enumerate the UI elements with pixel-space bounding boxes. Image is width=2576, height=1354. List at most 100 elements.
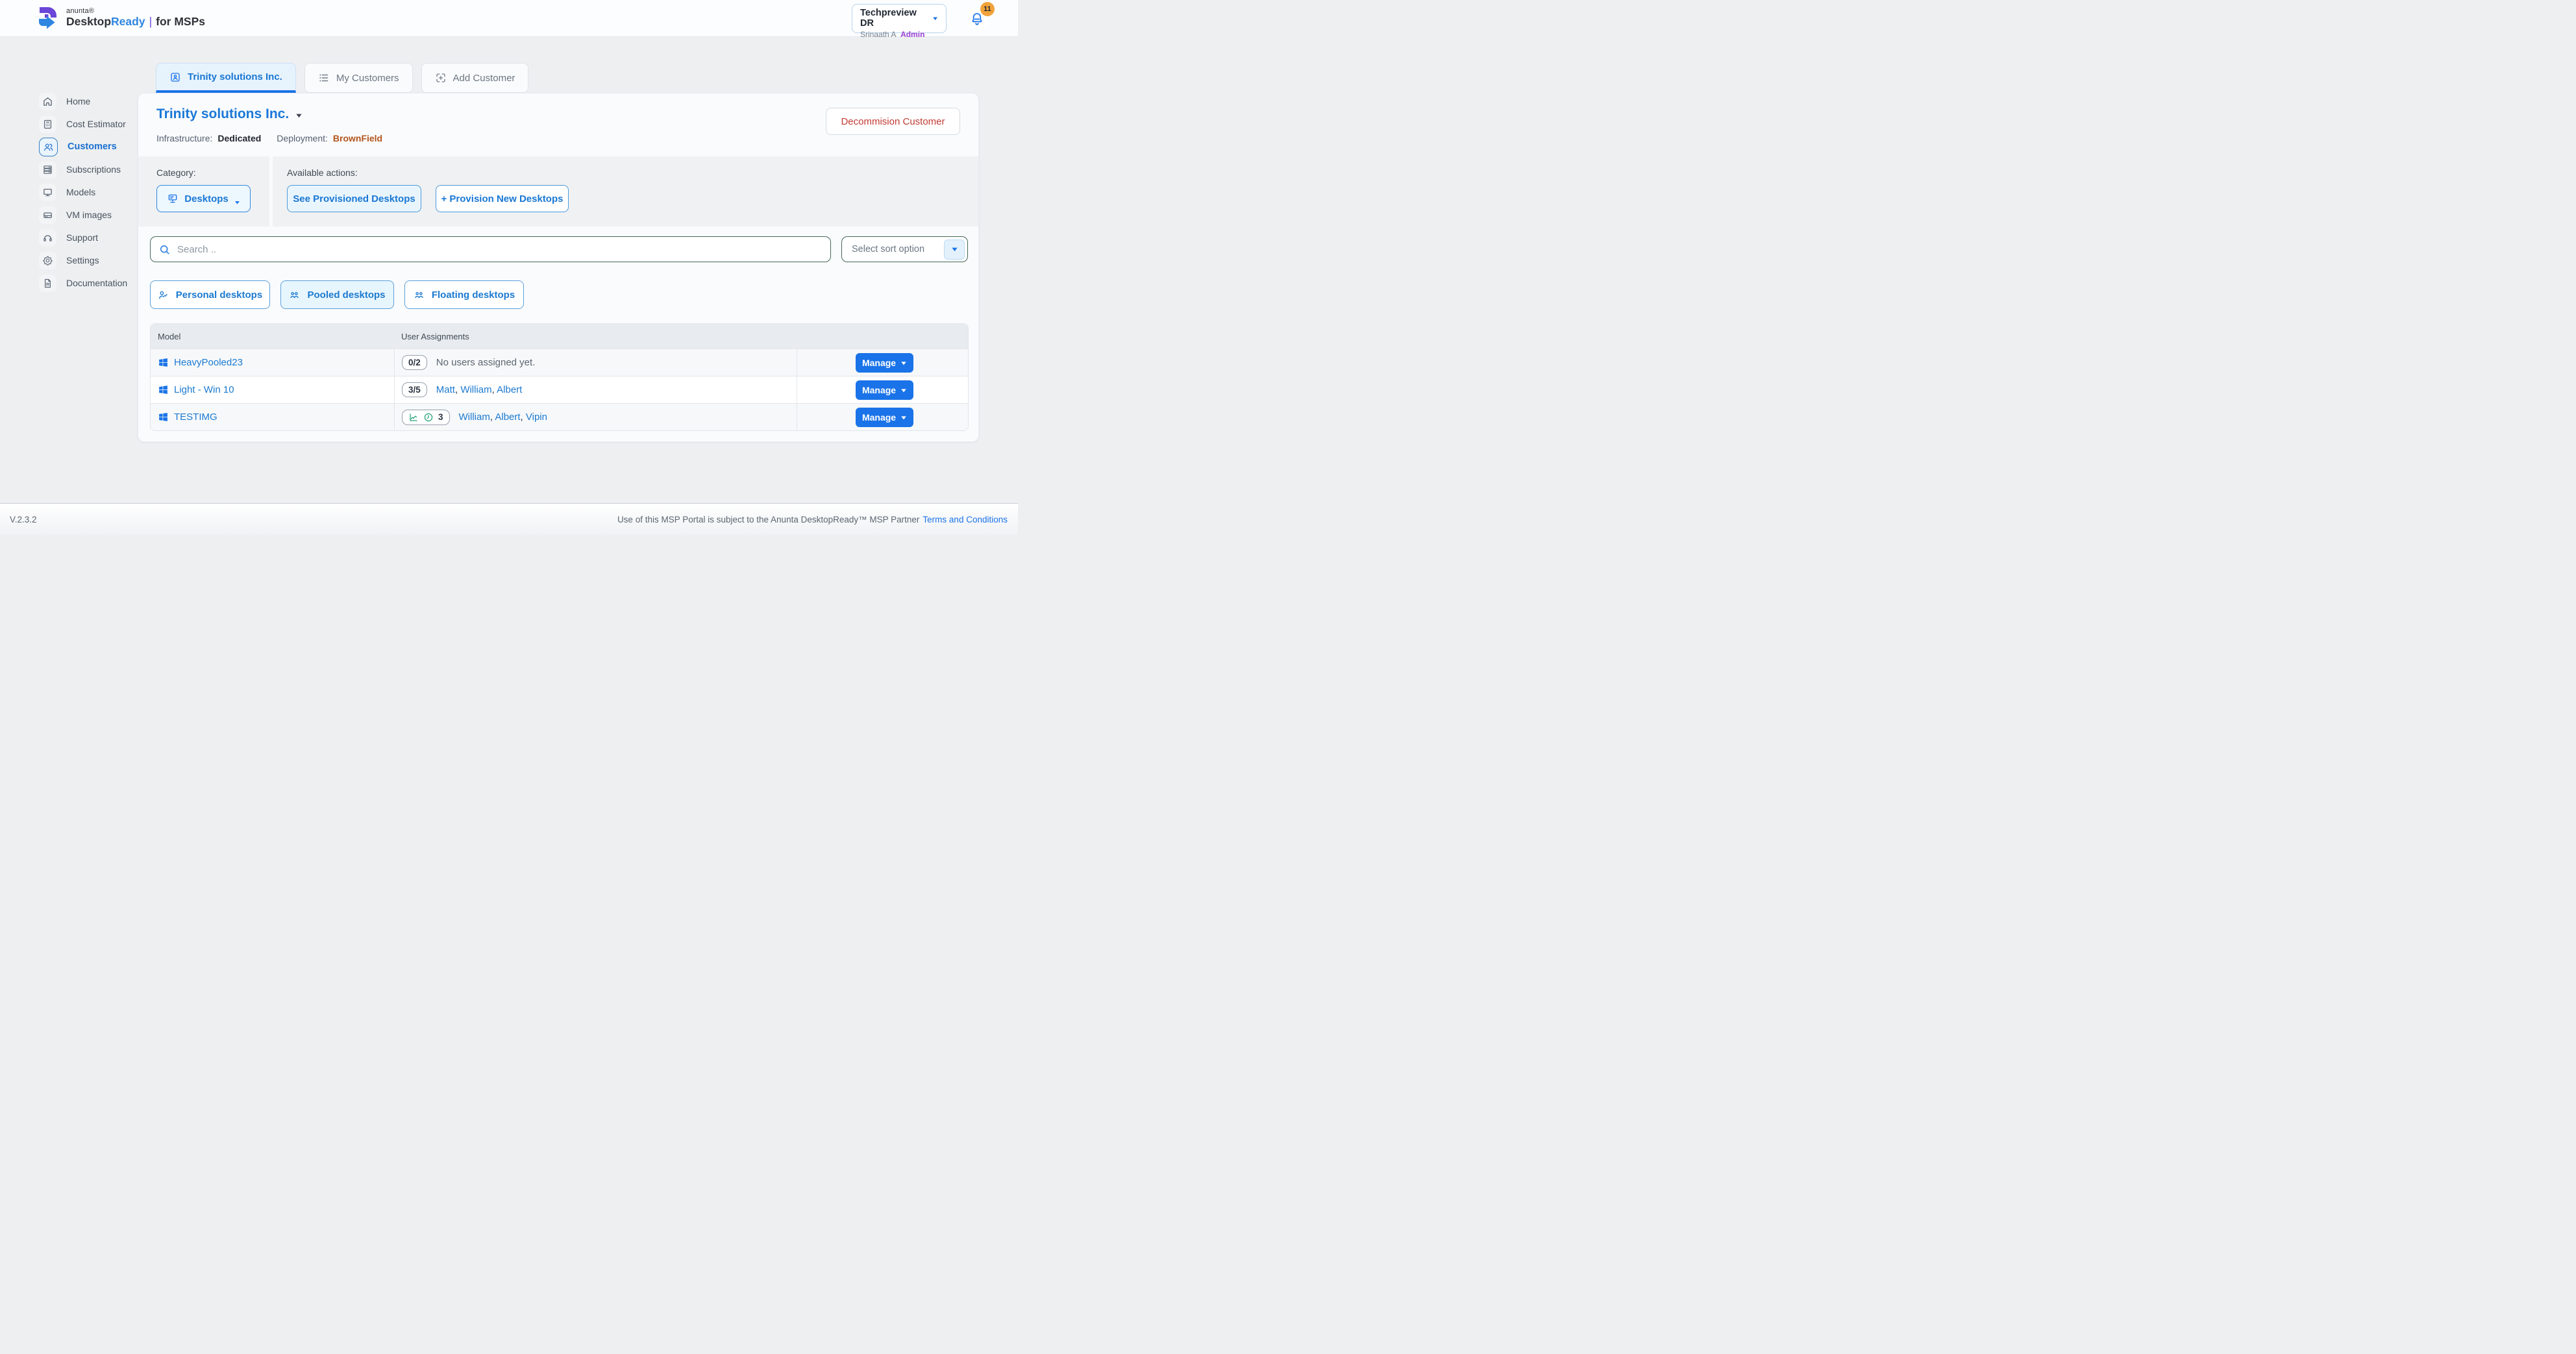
- tenant-name: Techpreview DR: [860, 8, 927, 29]
- sidebar-item-label: Documentation: [66, 278, 127, 288]
- model-cell: Light - Win 10: [151, 376, 394, 403]
- clock-icon: [423, 412, 434, 423]
- action-cell: Manage: [797, 376, 968, 403]
- model-link[interactable]: TESTIMG: [174, 412, 217, 423]
- table-body: HeavyPooled23 0/2 No users assigned yet. Ma…: [151, 349, 968, 430]
- infrastructure-value: Dedicated: [217, 133, 261, 143]
- search-box: [150, 236, 831, 262]
- anunta-logo-icon: [36, 5, 60, 30]
- table-row: TESTIMG 3 William, Albert, Vipin Manage: [151, 403, 968, 430]
- filter-personal-desktops[interactable]: Personal desktops: [150, 280, 270, 309]
- people-icon: [289, 289, 300, 301]
- users-icon: [39, 138, 58, 156]
- user-link[interactable]: Matt: [436, 384, 455, 395]
- table-header-row: Model User Assignments: [151, 324, 968, 349]
- assigned-users-list: William, Albert, Vipin: [459, 412, 547, 423]
- sidebar-item-models[interactable]: Models: [39, 182, 127, 202]
- deployment-value: BrownField: [333, 133, 382, 143]
- assigned-users-list: Matt, William, Albert: [436, 384, 523, 395]
- assignment-empty-text: No users assigned yet.: [436, 357, 536, 368]
- sidebar-item-cost-estimator[interactable]: Cost Estimator: [39, 114, 127, 134]
- sidebar-item-customers[interactable]: Customers: [39, 137, 127, 156]
- assignment-badge: 0/2: [402, 355, 427, 370]
- desktop-type-filters: Personal desktops Pooled desktops Floati…: [150, 280, 524, 309]
- sidebar-item-label: VM images: [66, 210, 112, 220]
- category-select-button[interactable]: Desktops: [156, 185, 251, 212]
- document-icon: [39, 275, 56, 292]
- sidebar-nav: Home Cost Estimator Customers Subscriptions…: [39, 92, 127, 293]
- people-icon: [414, 289, 425, 301]
- user-link[interactable]: Vipin: [526, 412, 547, 423]
- brand: anunta® DesktopReady|for MSPs: [36, 5, 205, 30]
- category-panel: Category: Desktops: [138, 156, 269, 227]
- assignment-badge: 3: [402, 410, 450, 425]
- person-check-icon: [158, 289, 169, 301]
- sidebar-item-label: Home: [66, 96, 90, 106]
- assignment-count: 0/2: [408, 358, 421, 367]
- chart-line-icon: [408, 412, 419, 423]
- chevron-down-icon: [932, 16, 938, 21]
- deployment-label: Deployment:: [277, 133, 328, 143]
- sidebar-item-label: Settings: [66, 255, 99, 265]
- available-actions-label: Available actions:: [287, 167, 358, 178]
- monitor-icon: [39, 184, 56, 201]
- column-header-user-assignments: User Assignments: [394, 332, 797, 341]
- user-assignments-cell: 0/2 No users assigned yet.: [394, 349, 797, 376]
- sort-select[interactable]: Select sort option: [841, 236, 968, 262]
- category-label: Category:: [156, 167, 196, 178]
- assignment-count: 3/5: [408, 385, 421, 395]
- user-link[interactable]: William: [460, 384, 491, 395]
- sidebar-item-label: Support: [66, 232, 98, 243]
- gear-icon: [39, 252, 56, 269]
- tab-my-customers[interactable]: My Customers: [304, 63, 413, 93]
- user-link[interactable]: Albert: [495, 412, 520, 423]
- assignment-badge: 3/5: [402, 382, 427, 397]
- manage-button[interactable]: Manage: [856, 380, 913, 400]
- user-link[interactable]: William: [459, 412, 490, 423]
- tenant-selector[interactable]: Techpreview DR Srinaath A Admin: [852, 4, 947, 33]
- windows-icon: [158, 357, 169, 368]
- model-link[interactable]: HeavyPooled23: [174, 357, 243, 368]
- assignment-count: 3: [438, 412, 443, 422]
- filter-floating-desktops[interactable]: Floating desktops: [404, 280, 524, 309]
- msp-portal-screen: anunta® DesktopReady|for MSPs Techprevie…: [0, 0, 1018, 535]
- model-link[interactable]: Light - Win 10: [174, 384, 234, 395]
- tab-trinity-solutions[interactable]: Trinity solutions Inc.: [156, 63, 296, 93]
- sidebar-item-settings[interactable]: Settings: [39, 251, 127, 270]
- contact-card-icon: [169, 71, 181, 83]
- sidebar-item-home[interactable]: Home: [39, 92, 127, 111]
- user-link[interactable]: Albert: [497, 384, 522, 395]
- manage-button[interactable]: Manage: [856, 353, 913, 373]
- caret-down-icon: [295, 112, 303, 119]
- calculator-icon: [39, 116, 56, 133]
- manage-button[interactable]: Manage: [856, 408, 913, 427]
- provision-new-desktops-button[interactable]: + Provision New Desktops: [436, 185, 569, 212]
- column-header-model: Model: [151, 332, 394, 341]
- filter-pooled-desktops[interactable]: Pooled desktops: [280, 280, 394, 309]
- sort-placeholder: Select sort option: [852, 244, 944, 254]
- search-input[interactable]: [177, 244, 823, 255]
- tenant-user: Srinaath A: [860, 30, 896, 39]
- sidebar-item-vm-images[interactable]: VM images: [39, 205, 127, 225]
- see-provisioned-desktops-button[interactable]: See Provisioned Desktops: [287, 185, 421, 212]
- model-cell: TESTIMG: [151, 404, 394, 430]
- caret-down-icon: [951, 246, 958, 252]
- add-customer-icon: [435, 72, 447, 84]
- available-actions-panel: Available actions: See Provisioned Deskt…: [273, 156, 978, 227]
- caret-down-icon: [900, 360, 907, 366]
- sidebar-item-label: Models: [66, 187, 95, 197]
- table-row: Light - Win 103/5Matt, William, AlbertMa…: [151, 376, 968, 403]
- customer-tabs: Trinity solutions Inc. My Customers Add …: [156, 63, 528, 93]
- sidebar-item-documentation[interactable]: Documentation: [39, 273, 127, 293]
- models-table: Model User Assignments HeavyPooled23 0/2 N…: [150, 323, 969, 431]
- sort-caret-button[interactable]: [944, 240, 965, 260]
- windows-icon: [158, 384, 169, 395]
- customer-info-line: Infrastructure: Dedicated Deployment: Br…: [156, 133, 382, 143]
- action-cell: Manage: [797, 404, 968, 430]
- customer-title-dropdown[interactable]: Trinity solutions Inc.: [156, 106, 303, 122]
- terms-and-conditions-link[interactable]: Terms and Conditions: [923, 515, 1008, 524]
- decommission-customer-button[interactable]: Decommision Customer: [826, 108, 960, 135]
- sidebar-item-support[interactable]: Support: [39, 228, 127, 247]
- tab-add-customer[interactable]: Add Customer: [421, 63, 529, 93]
- sidebar-item-subscriptions[interactable]: Subscriptions: [39, 160, 127, 179]
